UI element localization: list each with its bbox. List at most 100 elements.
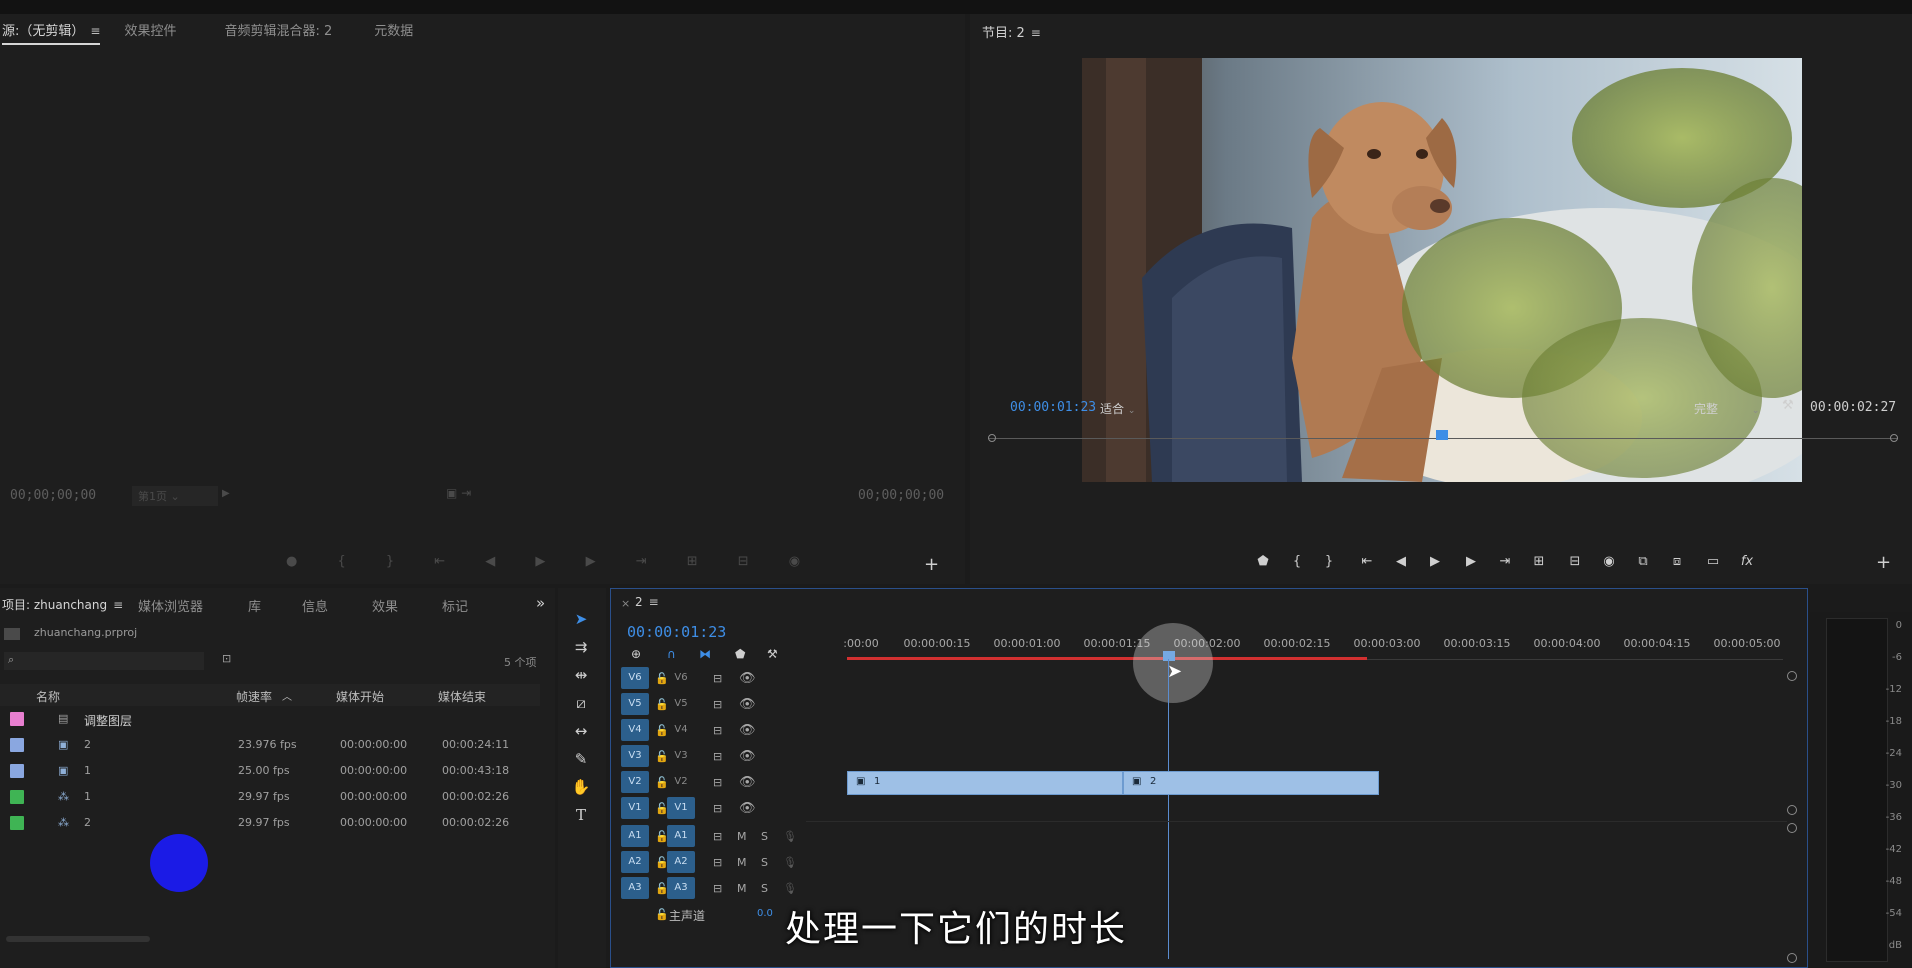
lift-icon[interactable]: ⊞: [1528, 554, 1550, 569]
tab-audio-clip-mixer[interactable]: 音频剪辑混合器: 2: [224, 20, 332, 39]
label-color-swatch[interactable]: [10, 764, 24, 778]
timeline-clip[interactable]: ▣ 1: [847, 771, 1123, 795]
track-target-v4[interactable]: V4: [667, 719, 695, 741]
sync-lock-icon[interactable]: ⊟: [713, 724, 722, 737]
play-icon[interactable]: ▶: [1424, 554, 1446, 569]
menu-icon[interactable]: ≡: [649, 595, 659, 609]
tab-effects[interactable]: 效果: [372, 596, 398, 615]
tab-libraries[interactable]: 库: [248, 596, 261, 615]
program-timecode-current[interactable]: 00:00:01:23: [1010, 400, 1096, 415]
eye-icon[interactable]: 👁: [739, 671, 756, 686]
project-row[interactable]: ▣ 2 23.976 fps 00:00:00:00 00:00:24:11: [0, 732, 540, 758]
microphone-icon[interactable]: 🎙: [783, 882, 797, 895]
col-media-end[interactable]: 媒体结束: [438, 688, 486, 705]
col-name[interactable]: 名称: [36, 688, 60, 705]
insert-icon[interactable]: ⧉: [1632, 554, 1654, 569]
program-title[interactable]: 节目: 2 ≡: [982, 22, 1041, 41]
track-target-a3[interactable]: A3: [667, 877, 695, 899]
sync-lock-icon[interactable]: ⊟: [713, 672, 722, 685]
pen-tool-icon[interactable]: ✎: [570, 750, 592, 768]
vertical-zoom-handle[interactable]: [1787, 805, 1797, 815]
step-forward-icon[interactable]: ▶: [1460, 554, 1482, 569]
source-patch-a3[interactable]: A3: [621, 877, 649, 899]
source-add-button-icon[interactable]: +: [924, 554, 939, 575]
menu-icon[interactable]: ≡: [113, 598, 123, 612]
track-target-v1[interactable]: V1: [667, 797, 695, 819]
track-target-a1[interactable]: A1: [667, 825, 695, 847]
mute-button[interactable]: M: [737, 882, 747, 895]
wrench-icon[interactable]: ⚒: [1782, 398, 1794, 413]
mute-button[interactable]: M: [737, 830, 747, 843]
mute-button[interactable]: M: [737, 856, 747, 869]
project-row[interactable]: ⁂ 2 29.97 fps 00:00:00:00 00:00:02:26: [0, 810, 540, 836]
source-patch-a1[interactable]: A1: [621, 825, 649, 847]
vertical-zoom-handle[interactable]: [1787, 823, 1797, 833]
tab-metadata[interactable]: 元数据: [374, 20, 413, 39]
tab-effect-controls[interactable]: 效果控件: [124, 20, 176, 39]
selection-tool-icon[interactable]: ➤: [570, 610, 592, 628]
mark-in-icon[interactable]: {: [1286, 554, 1308, 569]
sync-lock-icon[interactable]: ⊟: [713, 830, 722, 843]
timeline-settings-wrench-icon[interactable]: ⚒: [767, 647, 778, 661]
menu-icon[interactable]: ≡: [90, 24, 100, 38]
source-patch-v1[interactable]: V1: [621, 797, 649, 819]
tab-info[interactable]: 信息: [302, 596, 328, 615]
mark-out-icon[interactable]: }: [1318, 554, 1340, 569]
timeline-timecode[interactable]: 00:00:01:23: [627, 623, 726, 641]
source-patch-v4[interactable]: V4: [621, 719, 649, 741]
track-target-v2[interactable]: V2: [667, 771, 695, 793]
label-color-swatch[interactable]: [10, 712, 24, 726]
export-frame-icon[interactable]: ◉: [1598, 554, 1620, 569]
label-color-swatch[interactable]: [10, 790, 24, 804]
microphone-icon[interactable]: 🎙: [783, 856, 797, 869]
project-row[interactable]: ▤ 调整图层: [0, 706, 540, 732]
safe-margins-icon[interactable]: ▭: [1702, 554, 1724, 569]
sync-lock-icon[interactable]: ⊟: [713, 698, 722, 711]
eye-icon[interactable]: 👁: [739, 697, 756, 712]
work-area-bar[interactable]: [847, 657, 1367, 660]
more-tabs-icon[interactable]: »: [536, 594, 545, 612]
fx-icon[interactable]: fx: [1736, 554, 1758, 569]
eye-icon[interactable]: 👁: [739, 749, 756, 764]
track-target-v6[interactable]: V6: [667, 667, 695, 689]
step-back-icon[interactable]: ◀: [1390, 554, 1412, 569]
sync-lock-icon[interactable]: ⊟: [713, 750, 722, 763]
overwrite-icon[interactable]: ⧈: [1666, 554, 1688, 569]
source-patch-a2[interactable]: A2: [621, 851, 649, 873]
col-frame-rate[interactable]: 帧速率: [236, 688, 272, 705]
sync-lock-icon[interactable]: ⊟: [713, 856, 722, 869]
track-target-v5[interactable]: V5: [667, 693, 695, 715]
tab-media-browser[interactable]: 媒体浏览器: [138, 596, 203, 615]
close-tab-icon[interactable]: ×: [621, 597, 630, 610]
go-to-out-icon[interactable]: ⇥: [1494, 554, 1516, 569]
tab-markers[interactable]: 标记: [442, 596, 468, 615]
linked-selection-icon[interactable]: ⧓: [699, 647, 711, 661]
eye-icon[interactable]: 👁: [739, 775, 756, 790]
program-add-button-icon[interactable]: +: [1876, 552, 1891, 573]
label-color-swatch[interactable]: [10, 738, 24, 752]
eye-icon[interactable]: 👁: [739, 801, 756, 816]
eye-icon[interactable]: 👁: [739, 723, 756, 738]
col-media-start[interactable]: 媒体开始: [336, 688, 384, 705]
project-search-input[interactable]: ⌕: [4, 652, 204, 670]
track-select-tool-icon[interactable]: ⇉: [570, 638, 592, 656]
label-color-swatch[interactable]: [10, 816, 24, 830]
solo-button[interactable]: S: [761, 856, 768, 869]
timeline-ruler[interactable]: :00:00 00:00:00:15 00:00:01:00 00:00:01:15 0…: [843, 637, 1783, 667]
source-patch-v5[interactable]: V5: [621, 693, 649, 715]
menu-icon[interactable]: ≡: [1031, 26, 1041, 40]
project-row[interactable]: ⁂ 1 29.97 fps 00:00:00:00 00:00:02:26: [0, 784, 540, 810]
go-to-in-icon[interactable]: ⇤: [1356, 554, 1378, 569]
razor-tool-icon[interactable]: ⧄: [570, 694, 592, 712]
sync-lock-icon[interactable]: ⊟: [713, 776, 722, 789]
source-patch-v6[interactable]: V6: [621, 667, 649, 689]
program-playhead[interactable]: [1436, 430, 1448, 440]
slip-tool-icon[interactable]: ↔: [570, 722, 592, 740]
program-fit-select[interactable]: 适合 ⌄: [1096, 398, 1166, 418]
project-row[interactable]: ▣ 1 25.00 fps 00:00:00:00 00:00:43:18: [0, 758, 540, 784]
tab-project[interactable]: 项目: zhuanchang ≡: [2, 596, 123, 613]
tab-sequence[interactable]: 2 ≡: [635, 595, 659, 609]
sync-lock-icon[interactable]: ⊟: [713, 802, 722, 815]
track-target-v3[interactable]: V3: [667, 745, 695, 767]
vertical-zoom-handle[interactable]: [1787, 953, 1797, 963]
